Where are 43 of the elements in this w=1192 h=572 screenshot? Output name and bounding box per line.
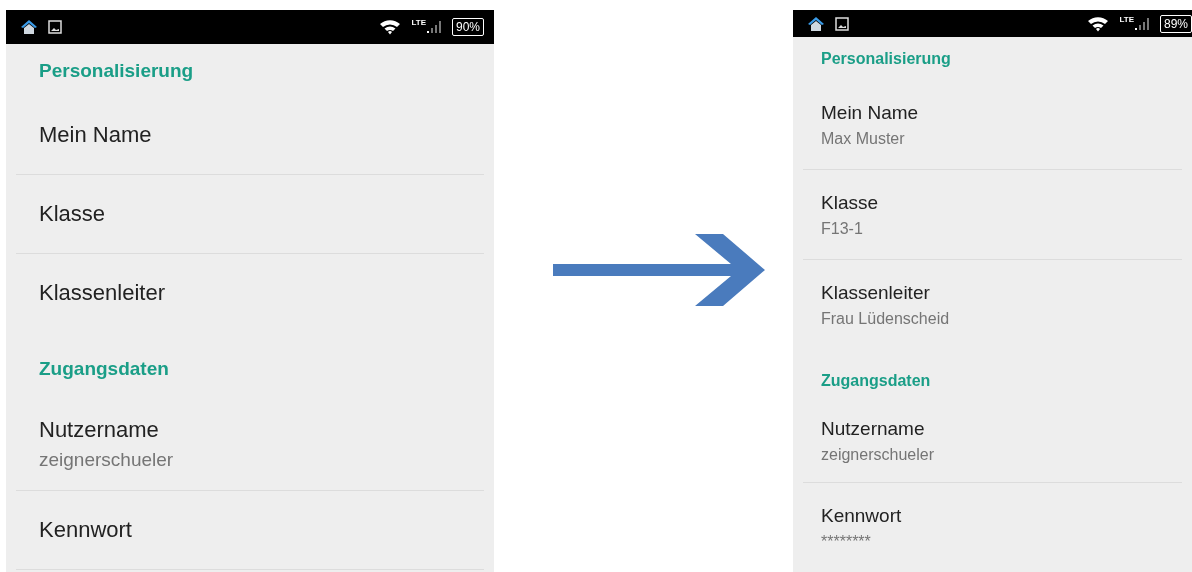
battery-indicator: 89%: [1159, 14, 1192, 33]
settings-item[interactable]: Klassenleiter: [16, 254, 484, 333]
image-icon: [48, 20, 62, 34]
network-label: LTE: [411, 18, 426, 27]
wifi-icon: [379, 19, 402, 35]
item-value: ********: [821, 532, 872, 551]
battery-indicator: 90%: [451, 18, 484, 36]
item-value: F13-1: [821, 219, 864, 238]
item-title: Kennwort: [821, 504, 903, 527]
network-label: LTE: [1119, 14, 1134, 24]
settings-item[interactable]: Klassenleiter Frau Lüdenscheid: [803, 260, 1182, 350]
settings-item[interactable]: Kennwort ********: [803, 483, 1182, 572]
item-title: Klasse: [39, 201, 107, 227]
item-title: Mein Name: [821, 101, 920, 124]
item-title: Klasse: [821, 191, 880, 214]
settings-item[interactable]: Mein Name Max Muster: [803, 80, 1182, 170]
settings-item[interactable]: Kennwort: [16, 491, 484, 570]
settings-item[interactable]: Klasse F13-1: [803, 170, 1182, 260]
home-icon: [20, 19, 38, 35]
section-header: Personalisierung: [38, 59, 195, 83]
signal-icon: [1133, 16, 1150, 31]
item-value: zeignerschueler: [821, 446, 935, 464]
section-header: Zugangsdaten: [820, 371, 932, 391]
item-value: Frau Lüdenscheid: [821, 309, 951, 328]
item-value: zeignerschueler: [39, 448, 175, 471]
item-title: Klassenleiter: [821, 281, 931, 304]
settings-item[interactable]: Nutzername zeignerschueler: [803, 400, 1182, 483]
item-title: Nutzername: [39, 416, 160, 443]
section-header: Personalisierung: [820, 48, 952, 69]
wifi-icon: [1087, 15, 1110, 32]
section-header: Zugangsdaten: [38, 357, 170, 381]
item-title: Nutzername: [821, 418, 926, 440]
item-title: Mein Name: [39, 122, 153, 148]
item-value: Max Muster: [821, 129, 906, 148]
settings-item[interactable]: Klasse: [16, 175, 484, 254]
item-title: Klassenleiter: [39, 280, 166, 306]
home-icon: [807, 15, 825, 32]
signal-icon: [425, 20, 442, 34]
arrow-icon: [550, 232, 767, 308]
image-icon: [835, 16, 849, 31]
settings-item[interactable]: Mein Name: [16, 96, 484, 175]
item-title: Kennwort: [39, 517, 133, 543]
settings-item[interactable]: Nutzername zeignerschueler: [16, 397, 484, 491]
